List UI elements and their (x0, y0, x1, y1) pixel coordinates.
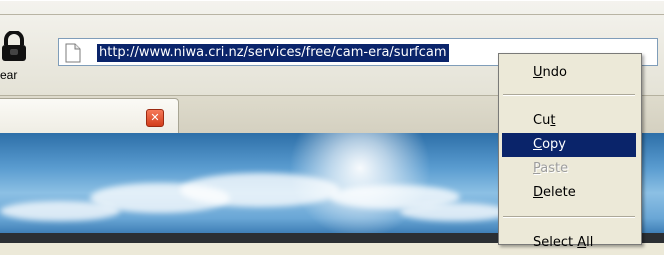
menu-item-cut[interactable]: Cut (502, 109, 636, 133)
browser-tab[interactable]: ✕ (0, 98, 179, 133)
clear-label: ear (0, 68, 18, 82)
cloud (0, 201, 120, 221)
padlock-icon (2, 31, 26, 61)
url-text[interactable]: http://www.niwa.cri.nz/services/free/cam… (97, 44, 449, 62)
menu-item-copy[interactable]: Copy (502, 133, 636, 157)
cloud (180, 173, 340, 207)
context-menu: Undo Cut Copy Paste Delete Select All (498, 53, 642, 250)
page-icon (65, 43, 81, 63)
menu-item-select-all[interactable]: Select All (502, 231, 636, 255)
menu-separator (503, 216, 635, 218)
close-icon[interactable]: ✕ (146, 109, 164, 127)
menu-item-delete[interactable]: Delete (502, 181, 636, 205)
toolbar-divider (0, 14, 664, 15)
menu-separator (503, 94, 635, 96)
menu-item-undo[interactable]: Undo (502, 61, 636, 85)
menu-item-paste[interactable]: Paste (502, 157, 636, 181)
cloud (400, 203, 510, 221)
clear-button[interactable]: ear (0, 23, 40, 83)
